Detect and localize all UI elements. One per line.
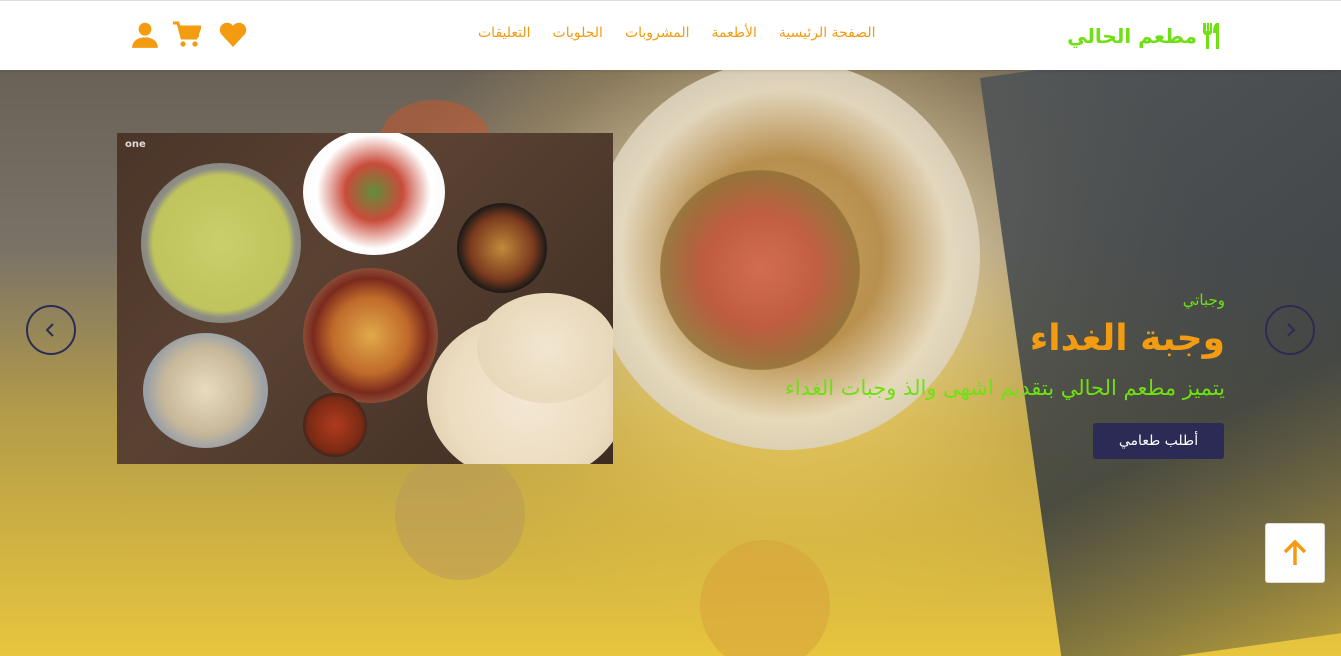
slider-next-button[interactable] [1265,305,1315,355]
photo-dish-sauce [303,393,367,457]
cart-icon[interactable] [173,21,201,49]
chevron-left-icon [45,323,54,337]
hero-background-strawberries [660,170,860,370]
hero-description: يتميز مطعم الحالي بتقديم اشهى والذ وجبات… [784,376,1225,400]
slider-prev-button[interactable] [26,305,76,355]
hero-title: وجبة الغداء [1029,318,1225,359]
photo-watermark: one [125,139,146,150]
nav-link-home[interactable]: الصفحة الرئيسية [779,25,876,47]
utensils-icon [1203,23,1219,49]
scroll-to-top-button[interactable] [1265,523,1325,583]
nav-link-reviews[interactable]: التعليقات [478,25,531,47]
nav-link-foods[interactable]: الأطعمة [712,25,757,47]
photo-dish-bread-bowl [143,333,268,448]
arrow-up-icon [1283,539,1307,565]
nav-link-desserts[interactable]: الحلويات [553,25,603,47]
heart-icon[interactable] [219,21,247,49]
photo-flatbread-2 [477,293,613,403]
nav-icons [131,21,247,49]
navbar: مطعم الحالي الصفحة الرئيسية الأطعمة المش… [0,0,1341,70]
photo-dish-soup [141,163,301,323]
order-food-button[interactable]: أطلب طعامي [1093,423,1224,459]
nav-link-drinks[interactable]: المشروبات [625,25,690,47]
photo-dish-fatta [303,268,438,403]
hero-slider: one وجباتي وجبة الغداء يتميز مطعم الحالي… [0,70,1341,656]
hero-background-honey-bowl [700,540,830,656]
brand-name: مطعم الحالي [1067,24,1197,48]
hero-subtitle: وجباتي [1182,291,1225,309]
brand-logo[interactable]: مطعم الحالي [1067,19,1225,53]
main-nav: الصفحة الرئيسية الأطعمة المشروبات الحلوي… [478,25,875,47]
chevron-right-icon [1287,323,1296,337]
hero-background-nut-bowl [395,450,525,580]
photo-dish-stew [457,203,547,293]
user-icon[interactable] [131,21,159,49]
photo-dish-salad [303,133,445,255]
hero-food-photo: one [117,133,613,464]
